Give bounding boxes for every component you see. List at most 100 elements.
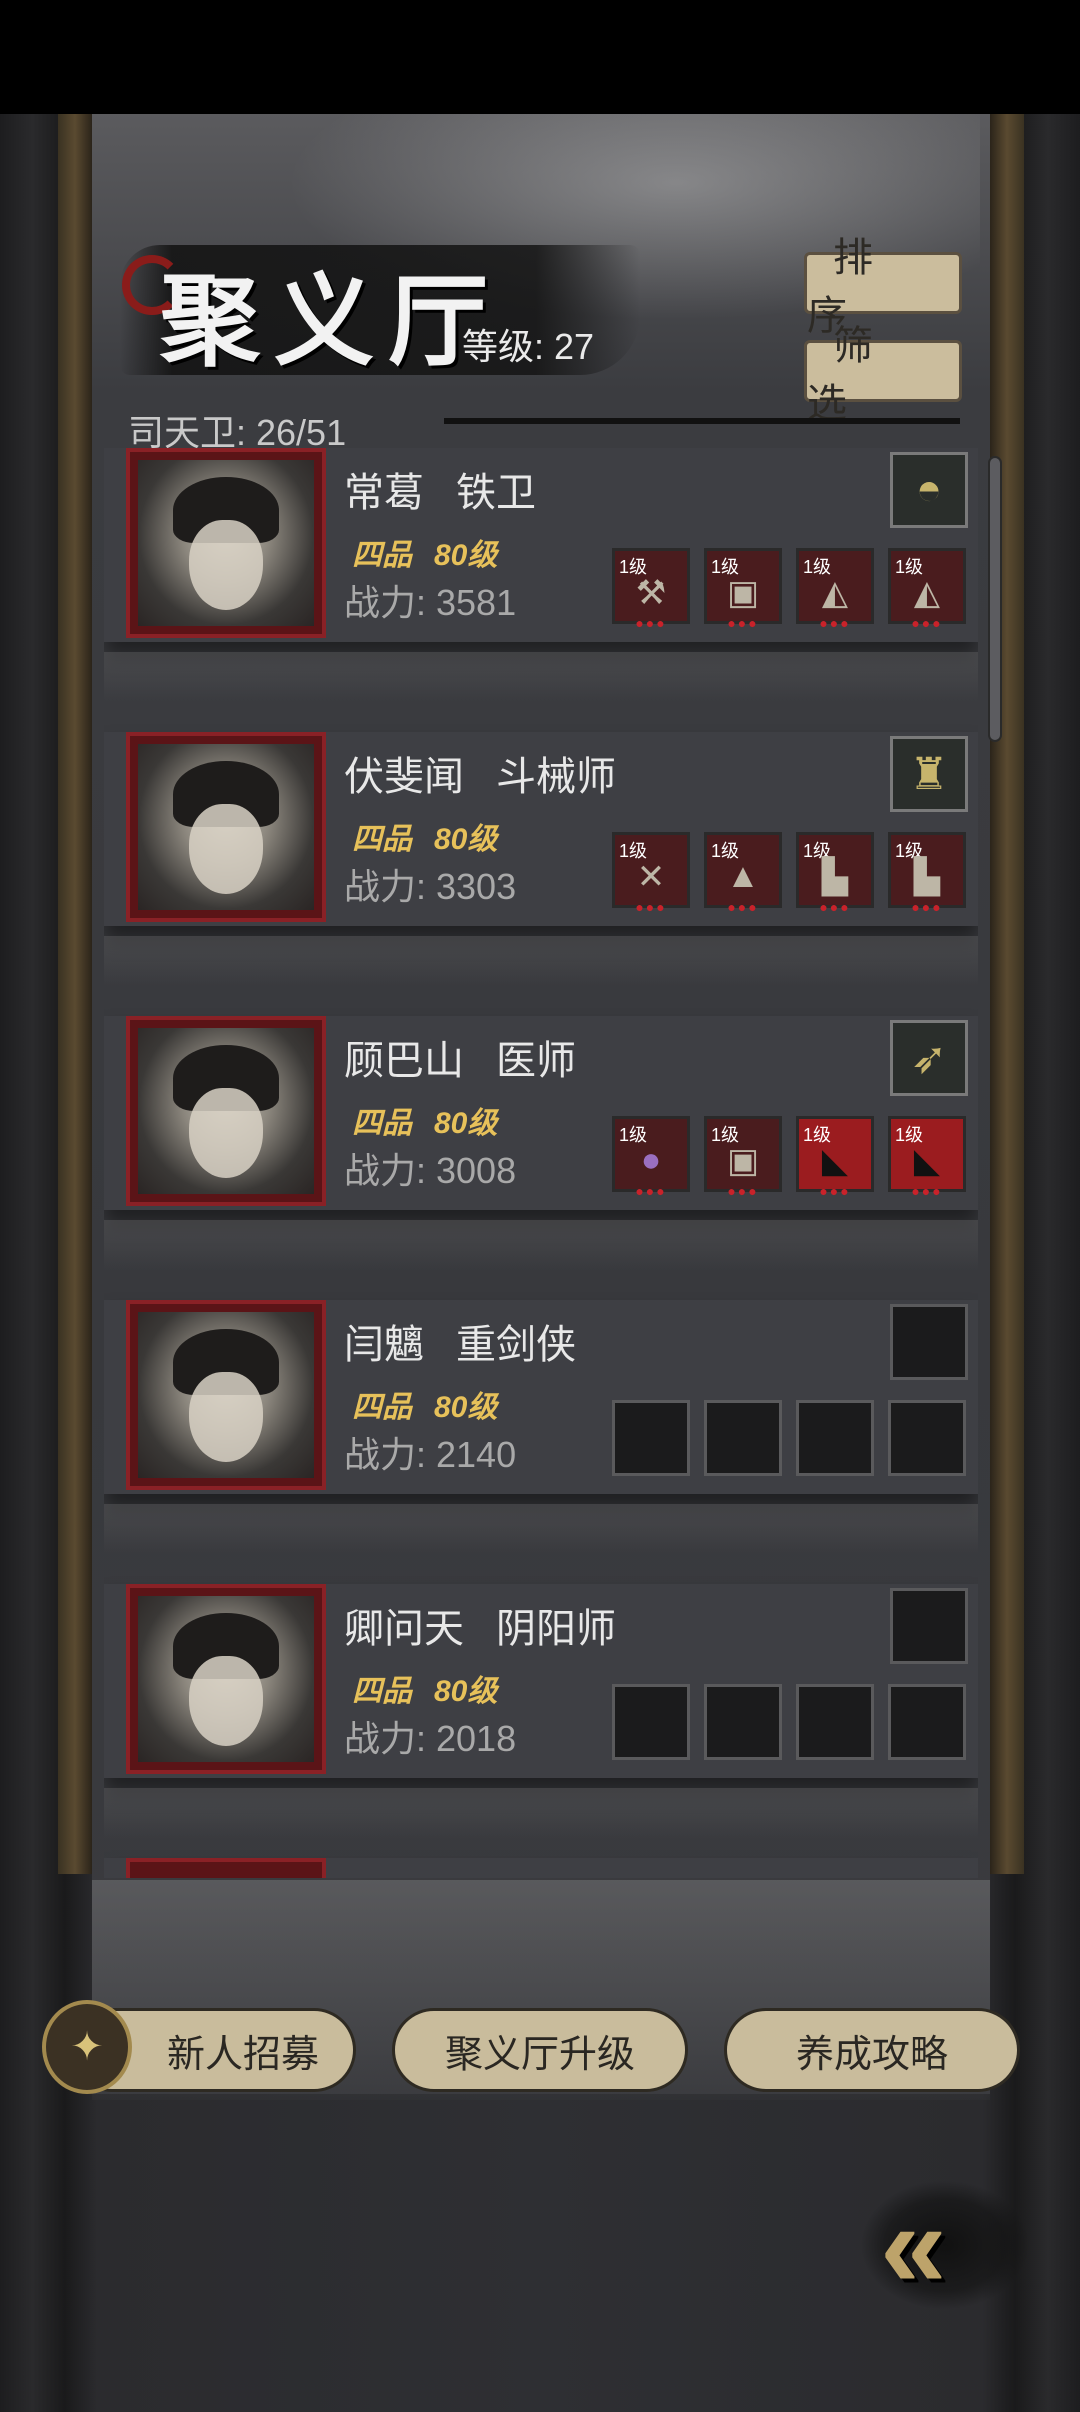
gear-slot[interactable]: 1级 ⚒ ●●●	[612, 548, 690, 631]
hero-role: 斗械师	[496, 755, 616, 799]
empty-gear-slot[interactable]	[796, 1684, 874, 1760]
gear-slot[interactable]: 1级 ◭ ●●●	[888, 548, 966, 631]
list-scrollbar[interactable]	[988, 456, 1002, 742]
portrait-art	[138, 1028, 314, 1194]
hall-level: 等级: 27	[462, 326, 595, 367]
gear-slot[interactable]: 1级 ▙ ●●●	[888, 832, 966, 915]
hero-role: 阴阳师	[496, 1607, 616, 1651]
right-pillar	[990, 114, 1024, 1874]
gear-slot[interactable]: 1级 ◣ ●●●	[796, 1116, 874, 1199]
gear-slot[interactable]: 1级 ◭ ●●●	[796, 548, 874, 631]
status-bar	[0, 0, 1080, 114]
hero-rank: 四品 80级	[352, 1098, 497, 1142]
hero-role: 重剑侠	[456, 1323, 576, 1367]
left-pillar	[58, 114, 92, 1874]
hall-upgrade-button[interactable]: 聚义厅升级	[392, 2008, 688, 2092]
hero-list: 常葛 铁卫 四品 80级 战力: 3581 ◓ 1级 ⚒ ●●● 1级 ▣ ●●● 1级 ◭ ●…	[104, 448, 978, 1878]
cloak-icon: ▲	[726, 857, 760, 895]
gear-slot[interactable]: 1级 ▙ ●●●	[796, 832, 874, 915]
hero-grade: 四品	[352, 1675, 412, 1708]
gear-slot[interactable]: 1级 ▲ ●●●	[704, 832, 782, 915]
hero-power: 战力: 3008	[344, 1150, 517, 1191]
gear-slot[interactable]: 1级 ✕ ●●●	[612, 832, 690, 915]
golden-idol-icon: ♜	[909, 750, 949, 799]
guide-button[interactable]: 养成攻略	[724, 2008, 1020, 2092]
hero-name-line: 卿问天 阴阳师	[344, 1596, 616, 1654]
gear-slot[interactable]: 1级 ▣ ●●●	[704, 548, 782, 631]
hero-card[interactable]: 伏斐闻 斗械师 四品 80级 战力: 3303 ♜ 1级 ✕ ●●● 1级 ▲ ●●● 1级…	[104, 732, 978, 986]
hammer-icon: ⚒	[635, 574, 667, 612]
hero-rank: 四品 80级	[352, 1666, 497, 1710]
hero-rank: 四品 80级	[352, 530, 497, 574]
empty-gear-slot[interactable]	[888, 1400, 966, 1476]
gear-slot[interactable]: 1级 ▣ ●●●	[704, 1116, 782, 1199]
boots-icon: ▙	[913, 858, 941, 896]
hero-level: 80级	[434, 539, 498, 572]
header-divider	[444, 418, 960, 424]
empty-gear-slot[interactable]	[704, 1684, 782, 1760]
treasure-slot[interactable]: ◓	[890, 452, 968, 528]
hero-name-line: 顾巴山 医师	[344, 1028, 576, 1086]
hero-power: 战力: 3581	[344, 582, 517, 623]
portrait-art	[138, 1312, 314, 1478]
hero-portrait[interactable]	[126, 1016, 326, 1206]
hero-name-line: 闫魑 重剑侠	[344, 1312, 576, 1370]
hero-card[interactable]: 顾巴山 医师 四品 80级 战力: 3008 ➶ 1级 ● ●●● 1级 ▣ ●●● 1级 ◣…	[104, 1016, 978, 1270]
gourd-icon: ●	[640, 1141, 662, 1179]
hero-grade: 四品	[352, 539, 412, 572]
recruit-badge-icon[interactable]: ✦	[42, 2000, 132, 2094]
hero-grade: 四品	[352, 1107, 412, 1140]
gear-slot[interactable]: 1级 ◣ ●●●	[888, 1116, 966, 1199]
hero-grade: 四品	[352, 1391, 412, 1424]
back-arrow-icon[interactable]: «	[880, 2186, 1020, 2306]
crossbow-icon: ✕	[636, 858, 666, 896]
treasure-slot[interactable]: ♜	[890, 736, 968, 812]
hero-power: 战力: 3303	[344, 866, 517, 907]
portrait-art	[138, 460, 314, 626]
empty-gear-slot[interactable]	[612, 1684, 690, 1760]
gauntlet-icon: ◭	[913, 574, 941, 612]
empty-gear-slot[interactable]	[612, 1400, 690, 1476]
hero-card-partial[interactable]	[104, 1858, 978, 1878]
red-scroll-icon: ◣	[913, 1142, 941, 1180]
treasure-slot[interactable]: ➶	[890, 1020, 968, 1096]
hero-name: 伏斐闻	[344, 755, 464, 799]
hero-name: 顾巴山	[344, 1039, 464, 1083]
hero-name: 闫魑	[344, 1323, 424, 1367]
hero-level: 80级	[434, 1107, 498, 1140]
hero-role: 铁卫	[456, 471, 536, 515]
empty-gear-slot[interactable]	[704, 1400, 782, 1476]
hero-name: 常葛	[344, 471, 424, 515]
hero-level: 80级	[434, 1675, 498, 1708]
feather-treasure-icon: ➶	[910, 1034, 948, 1083]
empty-treasure-slot[interactable]	[890, 1304, 968, 1380]
hero-name-line: 伏斐闻 斗械师	[344, 744, 616, 802]
hero-portrait[interactable]	[126, 1858, 326, 1878]
empty-treasure-slot[interactable]	[890, 1588, 968, 1664]
filter-button[interactable]: 筛选	[804, 324, 962, 426]
red-scroll-icon: ◣	[821, 1142, 849, 1180]
hero-portrait[interactable]	[126, 732, 326, 922]
hero-portrait[interactable]	[126, 1584, 326, 1774]
gauntlet-icon: ◭	[821, 574, 849, 612]
hero-rank: 四品 80级	[352, 1382, 497, 1426]
hero-power: 战力: 2140	[344, 1434, 517, 1475]
sort-button[interactable]: 排序	[804, 236, 962, 338]
bowl-treasure-icon: ◓	[915, 465, 943, 514]
portrait-art	[138, 1596, 314, 1762]
gear-slot[interactable]: 1级 ● ●●●	[612, 1116, 690, 1199]
hero-level: 80级	[434, 823, 498, 856]
hero-role: 医师	[496, 1039, 576, 1083]
armor-icon: ▣	[726, 1142, 760, 1180]
hero-name-line: 常葛 铁卫	[344, 460, 536, 518]
hero-power: 战力: 2018	[344, 1718, 517, 1759]
empty-gear-slot[interactable]	[888, 1684, 966, 1760]
hero-card[interactable]: 闫魑 重剑侠 四品 80级 战力: 2140	[104, 1300, 978, 1554]
hero-portrait[interactable]	[126, 448, 326, 638]
page-title: 聚义厅	[160, 262, 502, 380]
hero-card[interactable]: 卿问天 阴阳师 四品 80级 战力: 2018	[104, 1584, 978, 1838]
hero-portrait[interactable]	[126, 1300, 326, 1490]
hero-level: 80级	[434, 1391, 498, 1424]
hero-card[interactable]: 常葛 铁卫 四品 80级 战力: 3581 ◓ 1级 ⚒ ●●● 1级 ▣ ●●● 1级 ◭ ●…	[104, 448, 978, 702]
empty-gear-slot[interactable]	[796, 1400, 874, 1476]
